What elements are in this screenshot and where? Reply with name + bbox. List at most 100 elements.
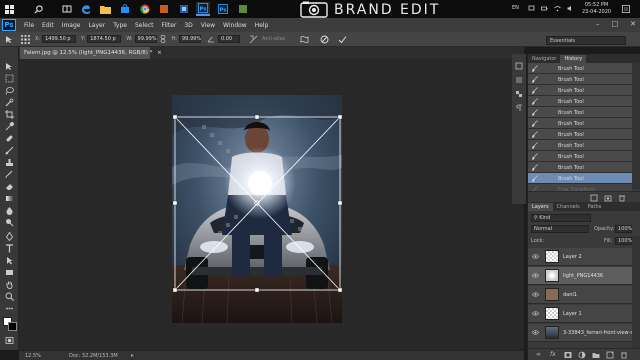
add-mask-icon[interactable] — [564, 351, 572, 359]
zoom-tool-icon[interactable] — [4, 291, 15, 301]
x-position-field[interactable]: 1499.50 p — [42, 35, 77, 43]
eyedropper-tool-icon[interactable] — [4, 121, 15, 131]
clone-stamp-tool-icon[interactable] — [4, 157, 15, 167]
task-view-icon[interactable] — [60, 2, 74, 16]
canvas-area[interactable] — [19, 59, 524, 350]
adjustments-icon[interactable] — [515, 62, 523, 70]
language-indicator[interactable]: EN — [512, 5, 519, 11]
layer-filter-kind[interactable]: ⚲ Kind — [531, 214, 591, 222]
layer-visibility-eye-icon[interactable] — [532, 273, 539, 278]
edge-browser-icon[interactable] — [79, 2, 93, 16]
path-selection-tool-icon[interactable] — [4, 255, 15, 265]
document-tab[interactable]: Falem.jpg @ 12.5% (light_PNG14436, RGB/8… — [20, 47, 162, 59]
photoshop-taskbar-icon[interactable]: Ps — [196, 2, 210, 16]
layer-visibility-eye-icon[interactable] — [532, 254, 539, 259]
reference-point-icon[interactable] — [20, 34, 30, 44]
menu-edit[interactable]: Edit — [42, 22, 54, 29]
link-icon[interactable] — [160, 34, 167, 44]
tab-paths[interactable]: Paths — [584, 203, 606, 211]
history-state-item[interactable]: Brush Tool — [528, 173, 632, 184]
pen-tool-icon[interactable] — [4, 231, 15, 241]
new-layer-icon[interactable] — [606, 351, 614, 359]
document-canvas[interactable] — [172, 95, 342, 323]
menu-image[interactable]: Image — [62, 22, 81, 29]
file-explorer-icon[interactable] — [98, 2, 112, 16]
crop-tool-icon[interactable] — [4, 109, 15, 119]
width-field[interactable]: 99.99% — [134, 35, 157, 43]
menu-layer[interactable]: Layer — [88, 22, 105, 29]
height-field[interactable]: 99.99% — [179, 35, 201, 43]
workspace-switcher[interactable]: Essentials — [546, 36, 626, 45]
menu-3d[interactable]: 3D — [184, 22, 192, 29]
search-icon[interactable] — [31, 2, 45, 16]
commit-transform-icon[interactable] — [337, 34, 347, 44]
marquee-tool-icon[interactable] — [4, 73, 15, 83]
close-tab-icon[interactable]: × — [157, 50, 162, 56]
history-state-item[interactable]: Brush Tool — [528, 129, 632, 140]
dodge-tool-icon[interactable] — [4, 217, 15, 227]
tab-navigator[interactable]: Navigator — [528, 55, 560, 63]
menu-file[interactable]: File — [24, 22, 34, 29]
history-state-item[interactable]: Brush Tool — [528, 118, 632, 129]
type-tool-icon[interactable] — [4, 243, 15, 253]
eraser-tool-icon[interactable] — [4, 181, 15, 191]
tab-history[interactable]: History — [560, 55, 587, 63]
app-icon[interactable] — [157, 2, 171, 16]
menu-filter[interactable]: Filter — [162, 22, 177, 29]
hand-tool-icon[interactable] — [4, 279, 15, 289]
history-brush-tool-icon[interactable] — [4, 169, 15, 179]
menu-type[interactable]: Type — [113, 22, 127, 29]
menu-window[interactable]: Window — [223, 22, 247, 29]
y-position-field[interactable]: 1874.50 p — [87, 35, 122, 43]
layer-row[interactable]: light_PNG14436 — [528, 267, 632, 285]
layer-row[interactable]: dani1 — [528, 286, 632, 304]
color-swatches[interactable] — [3, 317, 17, 331]
rectangle-tool-icon[interactable] — [4, 267, 15, 277]
minimize-icon[interactable]: – — [596, 20, 600, 28]
quick-select-tool-icon[interactable] — [4, 97, 15, 107]
document-size-info[interactable]: Doc: 32.2M/153.3M — [69, 353, 118, 359]
app-icon-2[interactable] — [177, 2, 191, 16]
menu-view[interactable]: View — [201, 22, 215, 29]
layer-visibility-eye-icon[interactable] — [532, 311, 539, 316]
tab-channels[interactable]: Channels — [553, 203, 584, 211]
close-icon[interactable]: ✕ — [630, 20, 636, 28]
link-layers-icon[interactable]: ∞ — [536, 351, 541, 358]
tool-preset-icon[interactable] — [4, 34, 14, 44]
delete-state-icon[interactable] — [618, 194, 626, 202]
rotation-field[interactable]: 0.00 — [218, 35, 240, 43]
battery-icon[interactable] — [541, 5, 548, 12]
healing-brush-tool-icon[interactable] — [4, 133, 15, 143]
menu-select[interactable]: Select — [135, 22, 154, 29]
swatches-icon[interactable] — [515, 90, 523, 98]
move-tool-icon[interactable] — [4, 61, 15, 71]
blur-tool-icon[interactable] — [4, 205, 15, 215]
brush-tool-icon[interactable] — [4, 145, 15, 155]
layer-row[interactable]: Layer 2 — [528, 248, 632, 266]
action-center-icon[interactable] — [622, 5, 630, 13]
fill-field[interactable]: 100% — [615, 237, 632, 245]
warp-mode-icon[interactable] — [299, 34, 309, 44]
background-color-swatch[interactable] — [8, 322, 17, 331]
windows-start-icon[interactable] — [2, 2, 16, 16]
history-state-item[interactable]: Brush Tool — [528, 74, 632, 85]
paragraph-icon[interactable] — [515, 104, 523, 112]
new-document-from-state-icon[interactable] — [590, 194, 598, 202]
photoshop-taskbar-icon-2[interactable]: Ps — [216, 2, 230, 16]
layer-row[interactable]: 3-33843_ferrari-front-view-c... — [528, 324, 632, 342]
history-state-item[interactable]: Brush Tool — [528, 140, 632, 151]
layer-visibility-eye-icon[interactable] — [532, 292, 539, 297]
gradient-tool-icon[interactable] — [4, 193, 15, 203]
opacity-field[interactable]: 100% — [615, 225, 632, 233]
edit-toolbar-icon[interactable] — [4, 303, 15, 313]
chrome-icon[interactable] — [138, 2, 152, 16]
quick-mask-icon[interactable] — [4, 335, 15, 345]
tab-layers[interactable]: Layers — [528, 203, 553, 211]
system-clock[interactable]: 05:52 PM 23-04-2020 — [582, 2, 611, 16]
layer-style-icon[interactable]: fx — [550, 351, 556, 358]
notification-icon[interactable] — [528, 5, 535, 12]
new-group-icon[interactable] — [592, 351, 600, 359]
history-state-item[interactable]: Brush Tool — [528, 162, 632, 173]
history-state-item[interactable]: Brush Tool — [528, 85, 632, 96]
history-state-item[interactable]: Brush Tool — [528, 107, 632, 118]
